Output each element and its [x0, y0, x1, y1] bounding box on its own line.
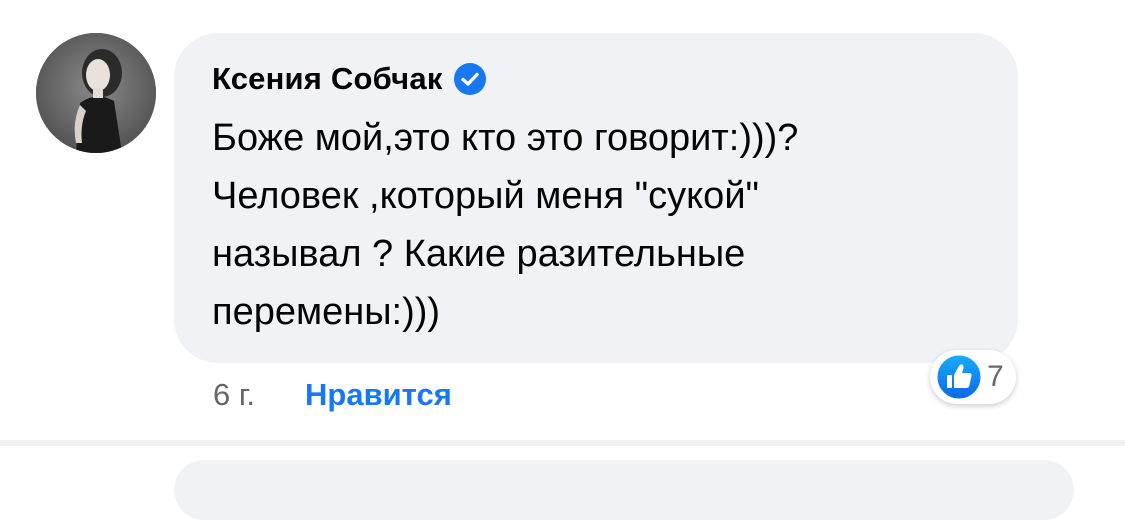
- timestamp[interactable]: 6 г.: [213, 377, 255, 413]
- avatar-photo: [36, 33, 156, 153]
- reactions-summary[interactable]: 7: [930, 350, 1016, 404]
- divider: [0, 440, 1125, 446]
- avatar[interactable]: [36, 33, 156, 153]
- author-row: Ксения Собчак: [212, 57, 988, 101]
- verified-badge-icon: [453, 63, 486, 95]
- thumbs-up-icon: [934, 352, 984, 402]
- author-name[interactable]: Ксения Собчак: [212, 61, 443, 97]
- next-comment-bubble: [174, 460, 1074, 520]
- comment: Ксения Собчак Боже мой,это кто это говор…: [0, 0, 1125, 440]
- comment-actions: 6 г. Нравится: [213, 373, 452, 417]
- comment-bubble: Ксения Собчак Боже мой,это кто это говор…: [174, 33, 1018, 363]
- reaction-count: 7: [987, 360, 1004, 393]
- like-button[interactable]: Нравится: [305, 377, 452, 413]
- comment-text: Боже мой,это кто это говорит:)))? Челове…: [212, 117, 799, 333]
